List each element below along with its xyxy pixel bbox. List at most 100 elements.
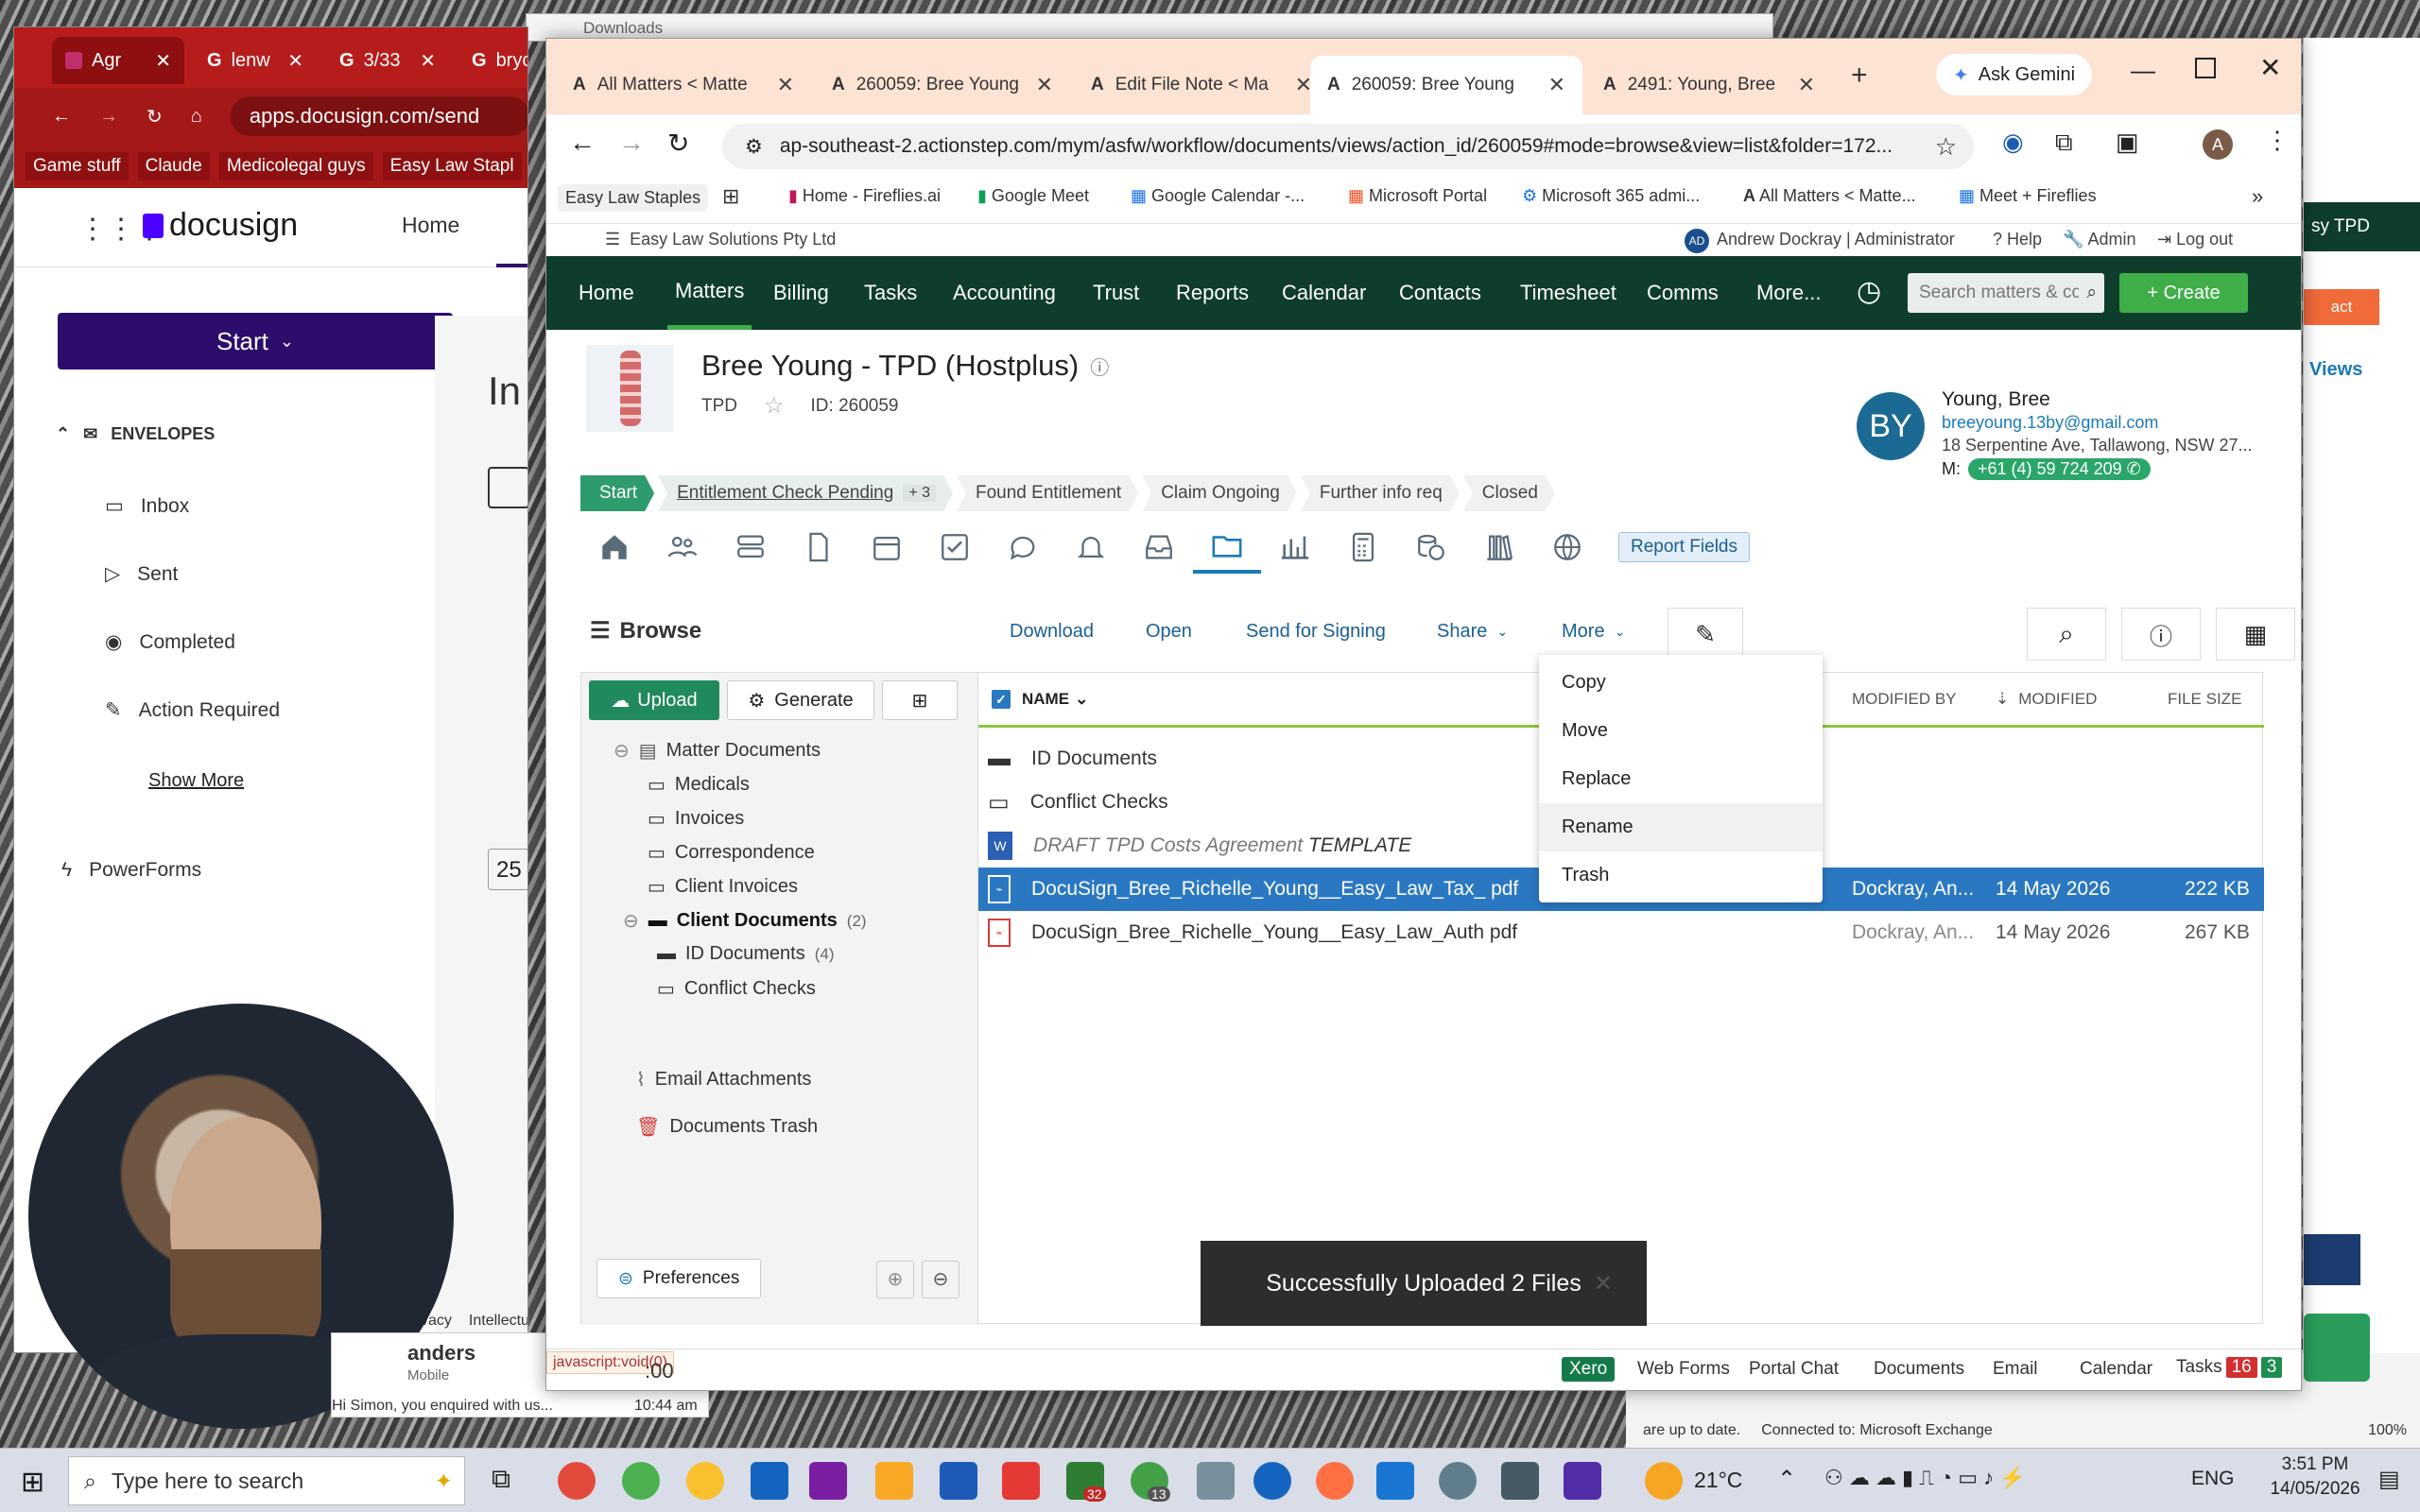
bookmark-google-meet[interactable]: ▮ Google Meet <box>977 186 1089 206</box>
tree-client-documents[interactable]: ⊖ ▬ Client Documents (2) <box>623 909 867 933</box>
close-icon[interactable]: ✕ <box>155 49 171 73</box>
inbox-tray-icon[interactable] <box>1125 521 1193 574</box>
weather-icon[interactable] <box>1645 1462 1683 1500</box>
tree-documents-trash[interactable]: 🗑 Documents Trash <box>636 1115 818 1139</box>
tab-all-matters[interactable]: A All Matters < Matte ✕ <box>556 56 811 114</box>
home-icon[interactable] <box>580 521 648 574</box>
web-forms-link[interactable]: Web Forms <box>1637 1359 1730 1380</box>
weather-temp[interactable]: 21°C <box>1694 1468 1742 1493</box>
menu-copy[interactable]: Copy <box>1539 659 1823 707</box>
collapse-icon[interactable]: ⊖ <box>623 909 639 933</box>
collapse-icon[interactable]: ⊖ <box>614 739 630 763</box>
gemini-button[interactable]: ✦ Ask Gemini <box>1936 54 2093 95</box>
generate-button[interactable]: ⚙ Generate <box>727 680 874 720</box>
data-fields-icon[interactable] <box>717 521 785 574</box>
apps-icon[interactable]: ⊞ <box>722 184 739 209</box>
file-explorer-icon[interactable] <box>875 1462 913 1500</box>
start-button[interactable]: Start ⌄ <box>58 313 453 369</box>
share-action[interactable]: Share ⌄ <box>1437 621 1508 643</box>
calculator-icon[interactable] <box>1329 521 1397 574</box>
tree-matter-documents[interactable]: ⊖ ▤ Matter Documents <box>614 739 821 763</box>
reload-icon[interactable]: ↻ <box>147 105 163 129</box>
bookmark-claude[interactable]: Claude <box>137 152 210 180</box>
download-action[interactable]: Download <box>1010 621 1094 643</box>
search-matters-input[interactable]: Search matters & co ⌕ <box>1908 273 2104 313</box>
modified-column-header[interactable]: ⇣ MODIFIED <box>1996 690 2097 709</box>
password-app-icon[interactable] <box>1253 1462 1291 1500</box>
outlook-icon[interactable] <box>751 1462 788 1500</box>
back-icon[interactable]: ← <box>52 106 71 128</box>
docusign-page-size[interactable]: 25 <box>488 849 527 890</box>
close-icon[interactable]: ✕ <box>287 49 303 73</box>
info-icon[interactable]: ⓘ <box>1090 352 1109 380</box>
expand-all-icon[interactable]: ⊕ <box>876 1261 914 1298</box>
open-action[interactable]: Open <box>1146 621 1192 643</box>
collapse-all-icon[interactable]: ⊖ <box>922 1261 959 1298</box>
tasks-link[interactable]: Tasks 16 3 <box>2176 1357 2283 1378</box>
portal-chat-link[interactable]: Portal Chat <box>1749 1359 1839 1380</box>
maximize-icon[interactable] <box>2195 58 2216 78</box>
nav-contacts[interactable]: Contacts <box>1399 256 1481 330</box>
onenote-icon[interactable] <box>809 1462 847 1500</box>
coins-icon[interactable] <box>1397 521 1465 574</box>
nav-powerforms[interactable]: ϟ PowerForms <box>61 859 201 882</box>
nav-matters[interactable]: Matters <box>667 256 752 330</box>
timer-display[interactable]: :00 <box>645 1359 674 1383</box>
password-manager-icon[interactable]: ◉ <box>2002 128 2024 157</box>
user-name[interactable]: Andrew Dockray | Administrator <box>1717 230 1955 249</box>
nav-inbox[interactable]: ▭ Inbox <box>105 494 189 518</box>
app-icon-4[interactable] <box>1564 1462 1601 1500</box>
close-icon[interactable]: ✕ <box>420 49 436 73</box>
calendar-icon[interactable] <box>853 521 921 574</box>
document-icon[interactable] <box>785 521 853 574</box>
envelopes-section[interactable]: ⌃ ✉ ENVELOPES <box>56 424 215 444</box>
show-more-link[interactable]: Show More <box>148 770 244 792</box>
stage-found-entitlement[interactable]: Found Entitlement <box>957 475 1138 511</box>
tasks-checkbox-icon[interactable] <box>921 521 989 574</box>
docusign-tab-1[interactable]: Agr ✕ <box>52 37 184 84</box>
nav-action-required[interactable]: ✎ Action Required <box>105 698 280 722</box>
stage-closed[interactable]: Closed <box>1463 475 1555 511</box>
extensions-icon[interactable]: ⧉ <box>2055 128 2073 158</box>
taskbar-search[interactable]: ⌕ Type here to search ✦ <box>68 1456 465 1505</box>
create-button[interactable]: + Create <box>2119 273 2248 313</box>
stage-claim-ongoing[interactable]: Claim Ongoing <box>1142 475 1297 511</box>
participants-icon[interactable] <box>648 521 717 574</box>
bookmark-medicolegal[interactable]: Medicolegal guys <box>218 152 373 180</box>
email-link[interactable]: Email <box>1993 1359 2038 1380</box>
stage-entitlement-check[interactable]: Entitlement Check Pending + 3 <box>658 475 953 511</box>
nav-calendar[interactable]: Calendar <box>1282 256 1366 330</box>
tree-correspondence[interactable]: ▭ Correspondence <box>648 841 815 865</box>
bar-chart-icon[interactable] <box>1261 521 1329 574</box>
xero-link[interactable]: Xero <box>1562 1357 1616 1382</box>
tab-edit-file-note[interactable]: A Edit File Note < Ma ✕ <box>1074 56 1329 114</box>
clock-time[interactable]: 3:51 PM <box>2263 1454 2367 1475</box>
close-icon[interactable]: ✕ <box>777 73 794 97</box>
close-icon[interactable]: ✕ <box>1548 73 1565 97</box>
docusign-home-link[interactable]: Home <box>402 213 459 238</box>
docusign-tab-2[interactable]: Glenw ✕ <box>194 37 317 84</box>
tab-260059-active[interactable]: A 260059: Bree Young ✕ <box>1310 56 1582 114</box>
window-close-icon[interactable]: ✕ <box>2259 52 2281 83</box>
stage-start[interactable]: Start <box>580 475 654 511</box>
library-icon[interactable] <box>1465 521 1533 574</box>
bookmark-easy-law[interactable]: Easy Law Stapl <box>382 152 522 180</box>
app-icon-2[interactable] <box>1197 1462 1235 1500</box>
org-selector[interactable]: ☰ Easy Law Solutions Pty Ltd <box>605 230 836 249</box>
close-icon[interactable]: ✕ <box>1798 73 1815 97</box>
settings-icon[interactable] <box>1439 1462 1477 1500</box>
send-for-signing-action[interactable]: Send for Signing <box>1246 621 1386 643</box>
menu-replace[interactable]: Replace <box>1539 755 1823 803</box>
preferences-button[interactable]: ⊜ Preferences <box>596 1259 762 1298</box>
nav-timesheet[interactable]: Timesheet <box>1520 256 1616 330</box>
nav-home[interactable]: Home <box>579 256 634 330</box>
nav-trust[interactable]: Trust <box>1093 256 1139 330</box>
close-icon[interactable]: ✕ <box>1036 73 1053 97</box>
menu-rename[interactable]: Rename <box>1539 803 1823 851</box>
reload-icon[interactable]: ↻ <box>667 128 689 159</box>
name-column-header[interactable]: NAME ⌄ <box>1022 690 1088 709</box>
new-tab-icon[interactable]: + <box>1851 60 1868 92</box>
bookmark-meet-fireflies[interactable]: ▦ Meet + Fireflies <box>1959 186 2097 206</box>
star-icon[interactable]: ☆ <box>1935 132 1957 162</box>
forward-icon[interactable]: → <box>618 128 645 158</box>
